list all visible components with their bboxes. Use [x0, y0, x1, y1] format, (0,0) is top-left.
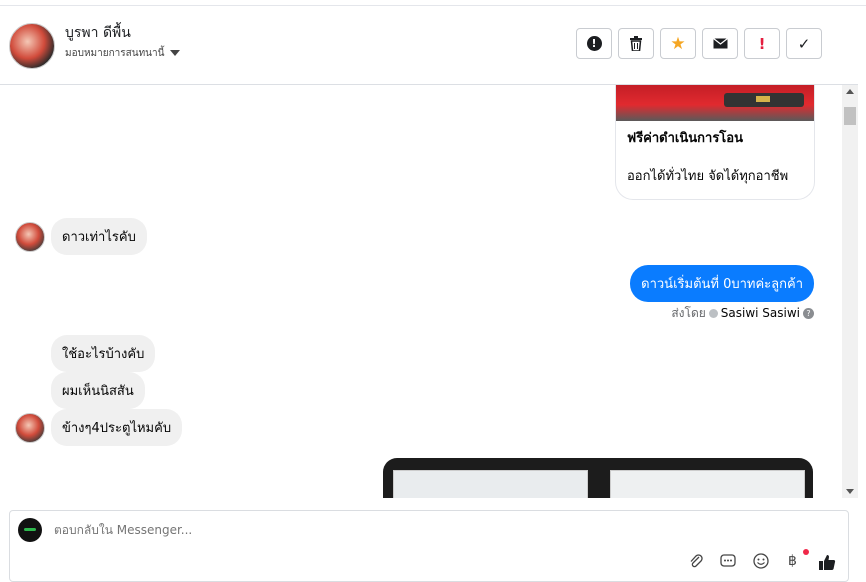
car-logo: [756, 96, 770, 102]
assign-conversation-dropdown[interactable]: มอบหมายการสนทนานี้: [65, 46, 181, 61]
notification-dot: [803, 549, 809, 555]
exclamation-icon: !: [758, 34, 766, 53]
conversation-header: บูรพา ดีพื้น มอบหมายการสนทนานี้ ! ★ ! ✓: [0, 6, 858, 85]
image-thumbnail[interactable]: [393, 470, 588, 498]
sent-by-label: ส่งโดย: [671, 306, 706, 320]
card-image: [616, 85, 814, 121]
incoming-message: ดาวเท่าไรคับ: [51, 218, 147, 255]
incoming-message: ข้างๆ4ประตูไหมคับ: [51, 409, 183, 446]
emoji-icon[interactable]: [753, 553, 769, 573]
star-button[interactable]: ★: [660, 28, 696, 59]
scrollbar[interactable]: [842, 85, 858, 498]
sent-by-info: ส่งโดย Sasiwi Sasiwi?: [671, 304, 814, 323]
mark-done-button[interactable]: ✓: [786, 28, 822, 59]
sender-name[interactable]: Sasiwi Sasiwi: [721, 306, 800, 320]
contact-avatar-small: [15, 413, 45, 443]
saved-reply-icon[interactable]: [720, 553, 736, 573]
contact-avatar-small: [15, 222, 45, 252]
scrollbar-thumb[interactable]: [844, 107, 856, 125]
action-toolbar: ! ★ ! ✓: [576, 28, 822, 59]
alert-circle-icon: !: [586, 36, 602, 51]
paperclip-icon[interactable]: [688, 553, 704, 573]
image-attachment[interactable]: [383, 458, 813, 498]
follow-up-button[interactable]: !: [744, 28, 780, 59]
card-subtitle: ออกได้ทั่วไทย จัดได้ทุกอาชีพ: [627, 169, 789, 184]
verified-icon: [708, 309, 718, 318]
image-thumbnail[interactable]: [610, 470, 805, 498]
outgoing-message: ดาวน์เริ่มต้นที่ 0บาทค่ะลูกค้า: [630, 265, 814, 302]
delete-button[interactable]: [618, 28, 654, 59]
help-icon[interactable]: ?: [803, 308, 814, 319]
message-thread[interactable]: ฟรีค่าดำเนินการโอน ออกได้ทั่วไทย จัดได้ท…: [0, 85, 842, 498]
contact-avatar[interactable]: [9, 23, 55, 69]
reply-composer: ฿: [9, 510, 849, 582]
assign-label: มอบหมายการสนทนานี้: [65, 48, 165, 59]
incoming-message: ผมเห็นนิสสัน: [51, 372, 145, 409]
star-icon: ★: [670, 33, 686, 54]
incoming-message: ใช้อะไรบ้างคับ: [51, 335, 156, 372]
page-avatar: [18, 518, 42, 542]
mark-unread-button[interactable]: [702, 28, 738, 59]
contact-name[interactable]: บูรพา ดีพื้น: [65, 22, 131, 44]
thumbs-up-icon[interactable]: [818, 553, 836, 575]
check-icon: ✓: [797, 34, 811, 53]
scroll-down-arrow-icon[interactable]: [846, 489, 854, 494]
caret-down-icon: [170, 50, 181, 56]
reply-input[interactable]: [54, 523, 754, 537]
card-title: ฟรีค่าดำเนินการโอน: [627, 131, 743, 146]
promo-card[interactable]: ฟรีค่าดำเนินการโอน ออกได้ทั่วไทย จัดได้ท…: [615, 85, 815, 200]
envelope-icon: [712, 38, 728, 49]
trash-icon: [630, 36, 642, 51]
mark-spam-button[interactable]: !: [576, 28, 612, 59]
scroll-up-arrow-icon[interactable]: [846, 89, 854, 94]
